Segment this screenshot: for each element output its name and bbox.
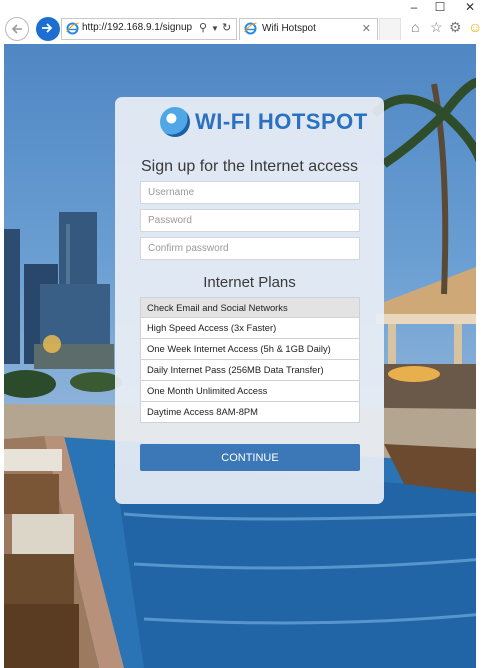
new-tab-button[interactable] [379, 18, 401, 40]
close-window-button[interactable]: ✕ [456, 0, 484, 14]
ie-tab-icon [244, 22, 257, 35]
address-bar[interactable]: http://192.168.9.1/signup ⚲ ▼ ↻ [61, 18, 237, 40]
maximize-button[interactable]: ☐ [426, 0, 454, 14]
tab-wifi-hotspot[interactable]: Wifi Hotspot ✕ [239, 18, 378, 40]
close-tab-icon[interactable]: ✕ [362, 22, 371, 35]
dropdown-chevron-icon[interactable]: ▼ [211, 24, 219, 33]
url-text: http://192.168.9.1/signup [82, 22, 193, 33]
plans-list: Check Email and Social Networks High Spe… [140, 297, 360, 423]
favorites-star-icon[interactable]: ☆ [430, 19, 443, 36]
back-arrow-icon [11, 24, 22, 34]
ie-page-icon [66, 22, 79, 35]
continue-button[interactable]: CONTINUE [140, 444, 360, 471]
username-input[interactable] [140, 181, 360, 204]
back-button[interactable] [5, 17, 29, 41]
page-viewport: WI-FI HOTSPOT Sign up for the Internet a… [4, 44, 484, 668]
brand-name: WI-FI HOTSPOT [195, 109, 368, 134]
plans-heading: Internet Plans [203, 274, 296, 291]
brand-logo: WI-FI HOTSPOT [115, 105, 384, 139]
plan-option[interactable]: Daily Internet Pass (256MB Data Transfer… [140, 360, 360, 381]
plan-option[interactable]: Check Email and Social Networks [140, 297, 360, 318]
password-input[interactable] [140, 209, 360, 232]
browser-chrome: – ☐ ✕ http://192.168.9.1/signup ⚲ ▼ ↻ Wi… [0, 0, 484, 44]
signup-panel: WI-FI HOTSPOT Sign up for the Internet a… [115, 97, 384, 504]
smiley-feedback-icon[interactable]: ☺ [468, 19, 482, 35]
plan-option[interactable]: Daytime Access 8AM-8PM [140, 402, 360, 423]
refresh-icon[interactable]: ↻ [222, 21, 231, 34]
settings-gear-icon[interactable]: ⚙ [449, 19, 462, 36]
plan-option[interactable]: One Week Internet Access (5h & 1GB Daily… [140, 339, 360, 360]
home-icon[interactable]: ⌂ [411, 19, 419, 35]
signup-heading: Sign up for the Internet access [140, 158, 358, 175]
wifi-globe-icon [160, 107, 190, 137]
search-icon[interactable]: ⚲ [199, 21, 207, 34]
tab-title: Wifi Hotspot [262, 23, 316, 34]
minimize-button[interactable]: – [400, 0, 428, 14]
plan-option[interactable]: One Month Unlimited Access [140, 381, 360, 402]
forward-arrow-icon [42, 23, 53, 33]
confirm-password-input[interactable] [140, 237, 360, 260]
plan-option[interactable]: High Speed Access (3x Faster) [140, 318, 360, 339]
forward-button[interactable] [36, 17, 60, 41]
